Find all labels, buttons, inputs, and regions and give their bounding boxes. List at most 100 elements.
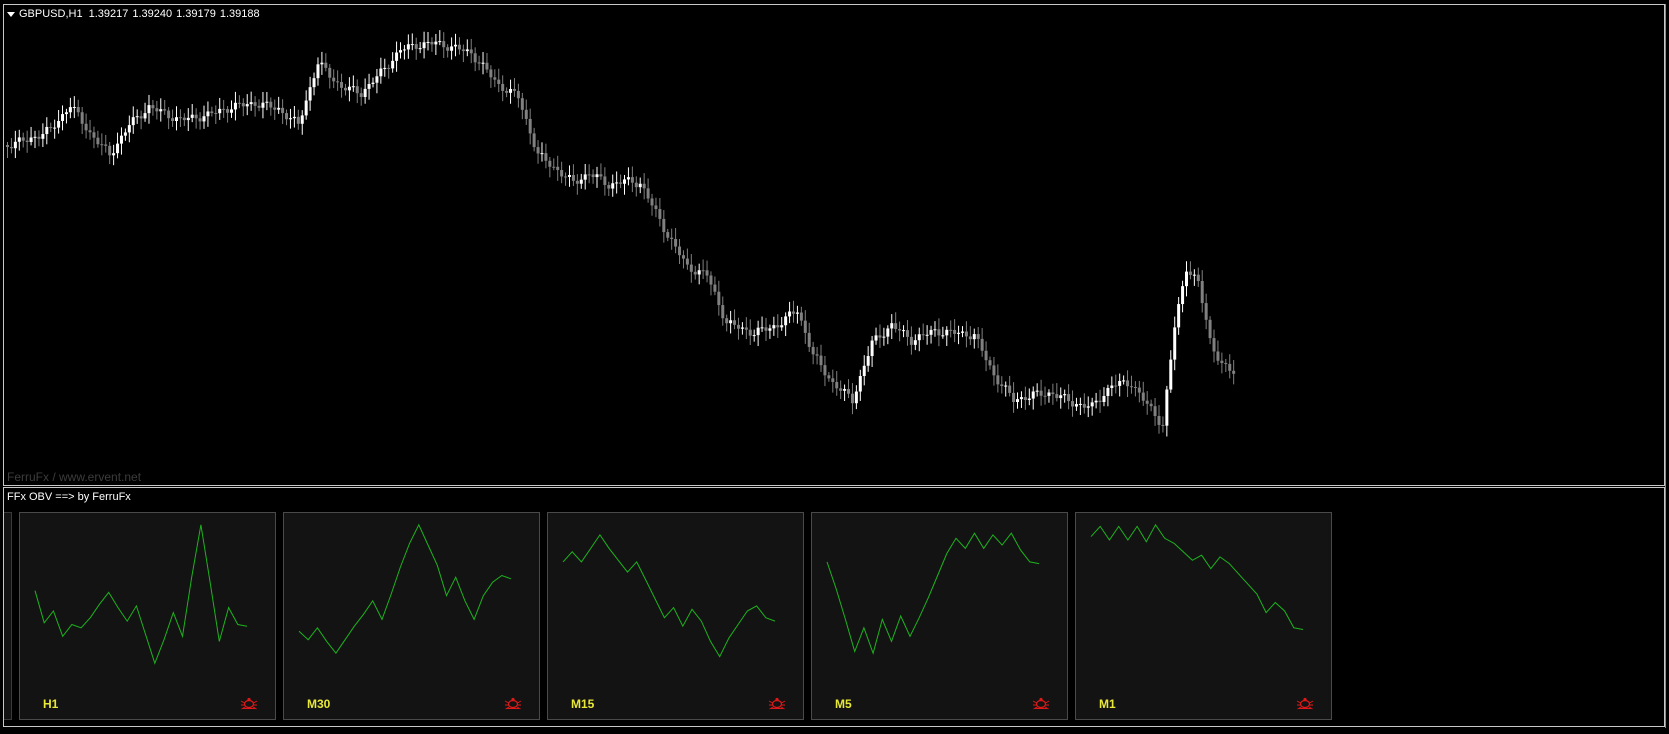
candle-bull [583,174,587,180]
candle-bull [929,329,933,335]
candle-bull [772,325,776,329]
obv-panel-m5: M5 [811,512,1068,720]
candle-bull [1118,380,1122,386]
candle-bull [972,334,976,340]
candle-bear [650,198,654,206]
terminal-window: GBPUSD,H1 1.39217 1.39240 1.39179 1.3918… [0,0,1669,734]
candle-bull [375,76,379,83]
candle-bull [347,86,351,91]
candle-bull [854,391,858,404]
candle-bull [795,312,799,314]
candle-bear [733,320,737,325]
candle-bear [670,237,674,239]
candle-bear [1216,351,1220,361]
candle-bear [701,270,705,272]
candle-bull [752,335,756,337]
candle-bear [88,130,92,133]
candle-bull [233,102,237,110]
candle-bear [552,166,556,168]
candle-bull [61,114,65,121]
candle-bull [1031,391,1035,399]
candle-bull [261,102,265,108]
candle-bull [1192,274,1196,276]
candle-bear [607,185,611,189]
candle-bear [953,329,957,334]
candle-bear [662,218,666,233]
candle-bear [241,103,245,107]
candle-bear [1200,281,1204,304]
candle-bull [351,86,355,88]
candle-bear [332,77,336,82]
candle-bear [21,137,25,141]
candle-bull [626,177,630,180]
candle-bear [253,102,257,106]
candle-bull [1185,271,1188,287]
obv-line-graph [1090,523,1304,630]
candle-bull [119,135,123,144]
candle-bear [1157,416,1161,425]
candle-bull [1122,380,1126,382]
candle-bull [367,83,371,89]
panel-stub [4,512,12,720]
candle-bear [516,90,520,99]
candle-bull [438,41,442,43]
candle-bear [9,147,13,149]
candle-bear [835,382,839,389]
candle-bear [343,87,347,91]
candle-bear [693,271,697,275]
candle-bear [489,69,493,78]
candle-bear [6,145,9,147]
candle-bear [505,90,509,93]
obv-line-graph [562,534,776,658]
candle-bear [717,291,721,306]
candle-bear [222,108,226,110]
timeframe-label: M30 [307,697,331,711]
candle-bull [383,67,387,69]
candle-bear [831,378,835,383]
candle-bear [1008,385,1012,393]
obv-line [298,523,512,655]
timeframe-label: M1 [1099,697,1116,711]
candle-bull [567,175,571,177]
candle-bear [273,107,277,110]
candle-bear [151,105,155,109]
candle-bull [540,153,544,155]
candle-bear [678,246,682,256]
bug-icon [1296,697,1314,710]
candle-bull [882,336,886,338]
candle-bull [890,323,894,329]
candle-bull [843,389,847,391]
candle-bull [1004,385,1008,387]
candle-bear [799,312,803,321]
candle-bull [784,316,788,326]
candle-bull [371,82,375,84]
candle-bear [182,117,186,121]
candle-bull [858,376,862,392]
candle-bull [862,365,866,377]
candle-bear [658,209,662,219]
candle-bull [1027,398,1031,401]
watermark: FerruFx / www.ervent.net [7,470,142,484]
candle-bear [909,336,913,345]
candle-bull [866,356,870,366]
candle-bull [454,44,458,47]
candle-bull [57,120,61,128]
candle-bull [186,117,190,121]
candle-bear [237,102,241,104]
candle-bear [898,329,902,331]
candle-bear [905,330,909,337]
candle-bear [493,77,497,80]
candle-bear [1153,406,1157,417]
indicator-window[interactable]: FFx OBV ==> by FerruFx H1 M30 M15 M5 M1 [3,487,1665,727]
candle-bear [104,144,108,146]
candle-bear [80,112,84,124]
price-chart[interactable]: GBPUSD,H1 1.39217 1.39240 1.39179 1.3918… [3,4,1665,486]
candle-bull [312,78,316,88]
candle-bull [13,141,17,149]
candle-bear [811,346,815,355]
candle-bear [988,360,992,366]
candle-bear [544,153,548,161]
candle-bear [96,137,100,145]
candle-bear [1220,360,1224,364]
candle-bull [363,88,367,97]
